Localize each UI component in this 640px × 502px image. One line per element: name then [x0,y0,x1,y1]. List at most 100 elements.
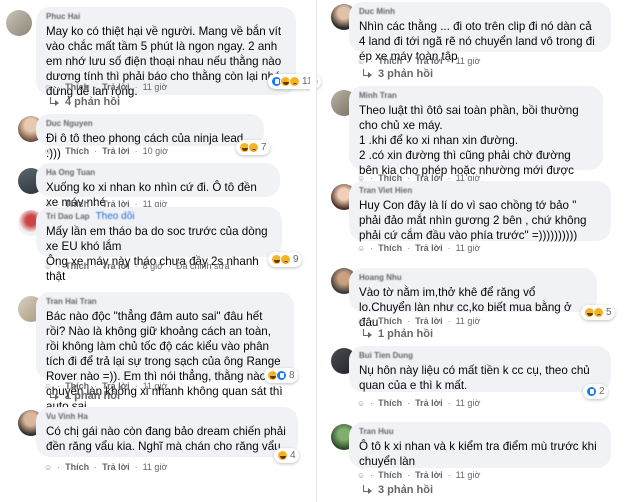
like-link[interactable]: Thích [378,470,402,480]
comment-author[interactable]: Hoang Nhu [359,273,587,283]
comment-bubble: Vu Vinh Ha Có chị gái nào còn đang bảo d… [36,407,298,457]
comment-time[interactable]: 11 giờ [456,316,481,326]
comment-bubble: Minh Tran Theo luật thì ôtô sai toàn phầ… [349,86,603,192]
emoji-icon: ☺ [44,82,53,92]
reaction-summary[interactable]: 4 [274,448,299,463]
like-link[interactable]: Thích [378,243,402,253]
like-reaction-icon [586,386,597,397]
reply-link[interactable]: Trả lời [415,243,442,253]
comment-bubble: Tran Viet Hien Huy Con đây là lí do vì s… [349,181,611,242]
left-comment-column: Phuc Hai May ko có thiệt hại về người. M… [0,0,321,502]
comment-time[interactable]: 11 giờ [143,462,168,472]
comment-author[interactable]: Duc Minh [359,7,601,17]
like-link[interactable]: Thích [378,398,402,408]
reaction-summary[interactable]: 5 [581,305,615,320]
sad-reaction-icon [280,254,291,265]
follow-button[interactable]: Theo dõi [96,211,135,222]
reply-link[interactable]: Trả lời [415,56,442,66]
comment-author[interactable]: Ha Ong Tuan [46,168,270,178]
comment-bubble: Bui Tien Dung Nụ hôn này liệu có mất tiề… [349,346,611,392]
sad-reaction-icon [593,307,604,318]
comment-bubble: Tran Huu Ô tô k xi nhan và k kiểm tra đi… [349,422,611,468]
comment-text: Nụ hôn này liệu có mất tiền k cc cụ, the… [359,364,590,392]
like-link[interactable]: Thích [378,316,402,326]
comment-time[interactable]: 11 giờ [143,381,168,391]
reaction-summary[interactable]: 8 [264,368,298,383]
comment-author[interactable]: Tran Viet Hien [359,186,601,196]
comment-bubble: Tri Dao Lap Theo dõi Mấy lần em tháo ba d… [36,207,282,283]
reply-link[interactable]: Trả lời [102,261,129,271]
view-replies[interactable]: 4 phản hồi [48,96,120,108]
view-replies[interactable]: 1 phản hồi [361,328,433,340]
view-replies[interactable]: 1 phản hồi [48,390,120,402]
reaction-count: 4 [290,450,296,461]
comment-actions: ☺ · Thích · Trả lời · 8 giờ · Đã chỉnh s… [44,261,230,271]
comment-text: Mấy lần em tháo ba do soc trước của dòng… [46,225,268,283]
reply-arrow-icon [361,69,373,79]
replies-count: 4 phản hồi [65,96,120,108]
reaction-count: 2 [599,386,605,397]
reply-arrow-icon [48,391,60,401]
comment-author-name[interactable]: Tri Dao Lap [46,212,90,221]
view-replies[interactable]: 3 phản hồi [361,484,433,496]
comment-time[interactable]: 11 giờ [456,56,481,66]
emoji-icon: ☺ [44,261,53,271]
view-replies[interactable]: 3 phản hồi [361,68,433,80]
comment-actions: ☺ · Thích · Trả lời · 11 giờ [357,243,481,253]
reply-link[interactable]: Trả lời [102,462,129,472]
comment-author[interactable]: Vu Vinh Ha [46,412,288,422]
like-link[interactable]: Thích [378,56,402,66]
comment-actions: ☺ · Thích · Trả lời · 11 giờ [44,82,168,92]
comment-time[interactable]: 8 giờ [143,261,163,271]
comment-text: Ô tô k xi nhan và k kiểm tra điểm mù trư… [359,440,597,468]
comment-text: Huy Con đây là lí do vì sao chồng tớ bảo… [359,199,587,242]
emoji-icon: ☺ [44,146,53,156]
comment-bubble: Duc Nguyen Đi ô tô theo phong cách của n… [36,114,264,160]
comment-author[interactable]: Minh Tran [359,91,593,101]
comment-time[interactable]: 10 giờ [143,146,168,156]
comment-author[interactable]: Tran Hai Tran [46,297,284,307]
emoji-icon: ☺ [357,398,366,408]
comment-time[interactable]: 11 giờ [143,82,168,92]
emoji-icon: ☺ [44,462,53,472]
comment-bubble: Hoang Nhu Vào tờ nằm im,thở khê để răng … [349,268,597,329]
reaction-summary[interactable]: 2 [583,384,608,399]
reaction-count: 8 [289,370,295,381]
comment-author: Tri Dao Lap Theo dõi [46,212,272,222]
reaction-summary[interactable]: 9 [268,252,302,267]
reaction-count: 5 [606,307,612,318]
reply-arrow-icon [361,329,373,339]
replies-count: 3 phản hồi [378,68,433,80]
like-link[interactable]: Thích [65,261,89,271]
comment-author[interactable]: Phuc Hai [46,12,286,22]
comment-actions: ☺ · Thích · Trả lời · 10 giờ [44,146,169,156]
edited-label[interactable]: Đã chỉnh sửa [176,261,230,271]
like-link[interactable]: Thích [65,462,89,472]
comment-author[interactable]: Bui Tien Dung [359,351,601,361]
reply-link[interactable]: Trả lời [415,398,442,408]
like-link[interactable]: Thích [65,146,89,156]
like-link[interactable]: Thích [65,82,89,92]
comment-time[interactable]: 11 giờ [456,470,481,480]
comment-author[interactable]: Duc Nguyen [46,119,254,129]
reply-link[interactable]: Trả lời [415,470,442,480]
sad-reaction-icon [289,76,300,87]
comment-text: Có chị gái nào còn đang bảo dream chiến … [46,425,286,453]
comment-author[interactable]: Tran Huu [359,427,601,437]
reaction-summary[interactable]: 7 [236,140,270,155]
emoji-icon: ☺ [357,316,366,326]
comment-time[interactable]: 11 giờ [456,398,481,408]
haha-reaction-icon [277,450,288,461]
comment-actions: ☺ · Thích · Trả lời · 11 giờ [357,56,481,66]
replies-count: 1 phản hồi [378,328,433,340]
comment-bubble: Ha Ong Tuan Xuống ko xi nhan ko nhìn cứ … [36,163,280,209]
reply-link[interactable]: Trả lời [415,316,442,326]
reaction-count: 9 [293,254,299,265]
comment-time[interactable]: 11 giờ [456,243,481,253]
avatar[interactable] [6,10,32,36]
reply-link[interactable]: Trả lời [102,146,129,156]
reply-link[interactable]: Trả lời [102,82,129,92]
sad-reaction-icon [248,142,259,153]
right-comment-column: Duc Minh Nhìn các thằng ... đi oto trên … [316,0,640,502]
like-reaction-icon [276,370,287,381]
